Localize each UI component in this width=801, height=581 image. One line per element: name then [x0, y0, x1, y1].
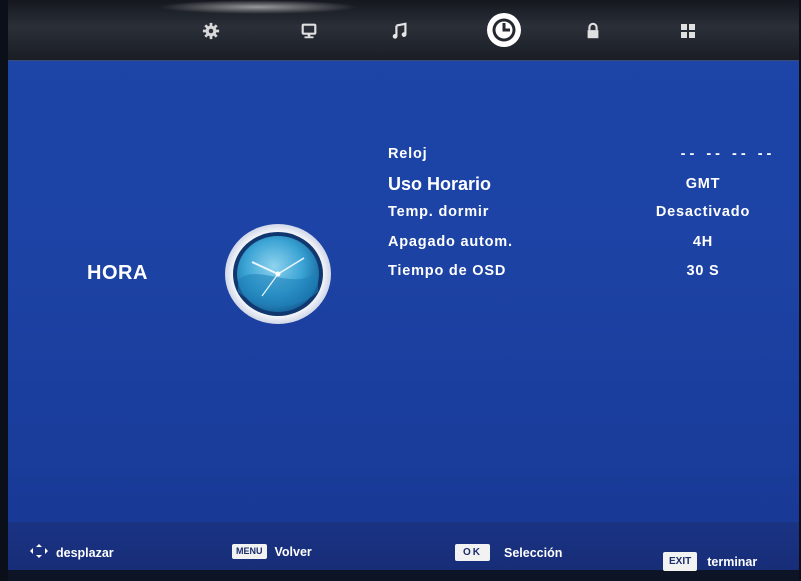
screen-bezel-left: [0, 0, 8, 581]
menu-item-label: Temp. dormir: [388, 204, 490, 220]
section-title: HORA: [87, 262, 148, 284]
section-clock-illustration: [222, 222, 334, 331]
hint-select: OK Selección: [455, 544, 562, 561]
dpad-arrows-icon: [30, 544, 48, 561]
menu-item-sleep-timer[interactable]: Temp. dormir Desactivado: [388, 200, 788, 226]
hint-exit-label: terminar: [707, 554, 758, 569]
menu-item-time-zone[interactable]: Uso Horario GMT: [388, 172, 788, 198]
hint-navigate-label: desplazar: [56, 545, 114, 560]
gear-icon: [202, 22, 220, 40]
monitor-icon: [301, 23, 317, 39]
clock-icon: [487, 13, 521, 47]
menu-item-label: Reloj: [388, 146, 428, 162]
hint-navigate: desplazar: [30, 544, 114, 561]
hint-back-label: Volver: [274, 544, 312, 559]
menu-item-value: 30 S: [686, 263, 720, 279]
tab-apps[interactable]: [671, 14, 705, 48]
menu-item-label: Uso Horario: [388, 174, 492, 194]
hint-back: MENU Volver: [232, 544, 312, 559]
menu-item-clock[interactable]: Reloj -- -- -- --: [388, 142, 788, 168]
screen-bezel-bottom: [8, 570, 801, 581]
clock-icon: [225, 224, 331, 324]
tab-sound[interactable]: [383, 14, 417, 48]
ok-key-badge: OK: [455, 544, 490, 561]
tab-lock[interactable]: [576, 14, 610, 48]
menu-item-label: Tiempo de OSD: [388, 263, 507, 279]
menu-item-osd-time[interactable]: Tiempo de OSD 30 S: [388, 259, 788, 285]
menu-key-badge: MENU: [232, 544, 267, 559]
grid-icon: [681, 24, 695, 38]
menu-item-value: Desactivado: [655, 204, 751, 220]
top-menu-bar: [8, 0, 801, 61]
menu-item-value: -- -- -- --: [680, 146, 776, 162]
tab-time[interactable]: [484, 10, 524, 50]
hint-select-label: Selección: [504, 545, 563, 560]
exit-key-badge: EXIT: [663, 552, 698, 571]
menu-item-value: 4H: [692, 234, 714, 250]
music-note-icon: [392, 22, 407, 39]
menu-item-value: GMT: [685, 176, 721, 192]
tab-picture[interactable]: [292, 14, 326, 48]
tab-settings[interactable]: [194, 14, 228, 48]
screen-glare: [158, 0, 358, 14]
menu-item-label: Apagado autom.: [388, 234, 513, 250]
tv-osd-screen: HORA Reloj -- -- -- -- Uso Horario GMT T…: [8, 0, 801, 581]
hint-exit: EXIT terminar: [663, 552, 757, 571]
menu-item-auto-off[interactable]: Apagado autom. 4H: [388, 230, 788, 256]
padlock-icon: [587, 22, 599, 39]
